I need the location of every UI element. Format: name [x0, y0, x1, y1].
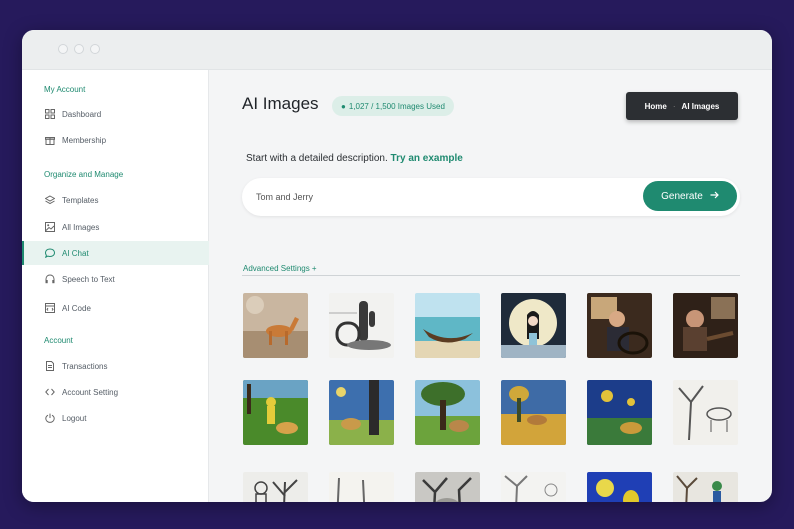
gallery-image-dog-wheat-field[interactable] [501, 380, 566, 445]
sidebar-item-label: Dashboard [62, 109, 102, 119]
sidebar-item-label: Account Setting [62, 387, 119, 397]
prompt-intro-text: Start with a detailed description. [246, 153, 388, 164]
section-title-my-account: My Account [44, 85, 86, 94]
sidebar-item-label: Speech to Text [62, 274, 115, 284]
sidebar: My Account Dashboard Membership Organize… [22, 70, 209, 502]
try-example-link[interactable]: Try an example [391, 153, 463, 164]
gallery-image-sketch-trees[interactable] [415, 472, 480, 502]
gallery-image-cactus-sketch[interactable] [329, 293, 394, 358]
title-bar [22, 30, 772, 70]
sidebar-item-label: AI Chat [62, 248, 89, 258]
sidebar-item-speech-to-text[interactable]: Speech to Text [22, 267, 209, 291]
advanced-settings-link[interactable]: Advanced Settings + [243, 264, 317, 273]
prompt-intro: Start with a detailed description. Try a… [246, 153, 463, 164]
usage-badge: ● 1,027 / 1,500 Images Used [332, 96, 454, 116]
gallery-image-man-in-car[interactable] [587, 293, 652, 358]
gallery-image-figure-trees[interactable] [673, 472, 738, 502]
sidebar-item-label: AI Code [62, 303, 91, 313]
page-title: AI Images [242, 94, 319, 113]
section-title-account: Account [44, 336, 73, 345]
sidebar-item-ai-chat[interactable]: AI Chat [22, 241, 209, 265]
breadcrumb-current: AI Images [681, 101, 720, 111]
gallery-image-starry-dog[interactable] [587, 380, 652, 445]
gallery-image-dog-tree-painting[interactable] [329, 380, 394, 445]
prompt-box: Generate [242, 178, 740, 216]
sidebar-item-ai-code[interactable]: AI Code [22, 296, 209, 320]
gallery-image-blue-yellow-cartoon[interactable] [587, 472, 652, 502]
sidebar-item-label: Transactions [62, 361, 108, 371]
gallery-image-sketch-tree-field[interactable] [501, 472, 566, 502]
divider [242, 275, 740, 276]
breadcrumb-home[interactable]: Home [645, 102, 667, 111]
coin-icon: ● [341, 101, 346, 111]
headphones-icon [44, 273, 56, 285]
sidebar-item-account-setting[interactable]: Account Setting [22, 380, 209, 404]
sidebar-item-label: Logout [62, 413, 87, 423]
sidebar-item-all-images[interactable]: All Images [22, 215, 209, 239]
image-gallery [243, 293, 739, 502]
layers-icon [44, 194, 56, 206]
code-window-icon [44, 302, 56, 314]
breadcrumb: Home · AI Images [626, 92, 738, 120]
chat-icon [44, 247, 56, 259]
arrow-right-icon [710, 191, 719, 202]
gallery-image-tree-sketch[interactable] [673, 380, 738, 445]
window-dot[interactable] [74, 44, 84, 54]
main-content: AI Images ● 1,027 / 1,500 Images Used Ho… [210, 70, 772, 502]
prompt-input[interactable] [256, 187, 616, 207]
document-icon [44, 360, 56, 372]
sidebar-item-membership[interactable]: Membership [22, 128, 209, 152]
sidebar-item-label: Templates [62, 195, 99, 205]
image-icon [44, 221, 56, 233]
sidebar-item-label: All Images [62, 222, 100, 232]
gallery-image-man-dog-field[interactable] [243, 380, 308, 445]
code-brackets-icon [44, 386, 56, 398]
app-window: My Account Dashboard Membership Organize… [22, 30, 772, 502]
gallery-image-canoe-beach[interactable] [415, 293, 480, 358]
gallery-image-moon-girl[interactable] [501, 293, 566, 358]
window-dot[interactable] [90, 44, 100, 54]
gallery-image-sketch-figures[interactable] [243, 472, 308, 502]
gallery-image-man-in-car-2[interactable] [673, 293, 738, 358]
usage-text: 1,027 / 1,500 Images Used [348, 101, 445, 111]
sidebar-item-dashboard[interactable]: Dashboard [22, 102, 209, 126]
sidebar-item-templates[interactable]: Templates [22, 188, 209, 212]
sidebar-item-transactions[interactable]: Transactions [22, 354, 209, 378]
section-title-organize: Organize and Manage [44, 170, 124, 179]
breadcrumb-separator: · [672, 101, 676, 111]
grid-icon [44, 108, 56, 120]
generate-button[interactable]: Generate [643, 181, 737, 211]
gift-icon [44, 134, 56, 146]
sidebar-item-label: Membership [62, 135, 107, 145]
window-dot[interactable] [58, 44, 68, 54]
gallery-image-clay-horse[interactable] [243, 293, 308, 358]
generate-label: Generate [661, 190, 703, 202]
gallery-image-dog-tree-park[interactable] [415, 380, 480, 445]
power-icon [44, 412, 56, 424]
gallery-image-sketch-dogs[interactable] [329, 472, 394, 502]
sidebar-item-logout[interactable]: Logout [22, 406, 209, 430]
